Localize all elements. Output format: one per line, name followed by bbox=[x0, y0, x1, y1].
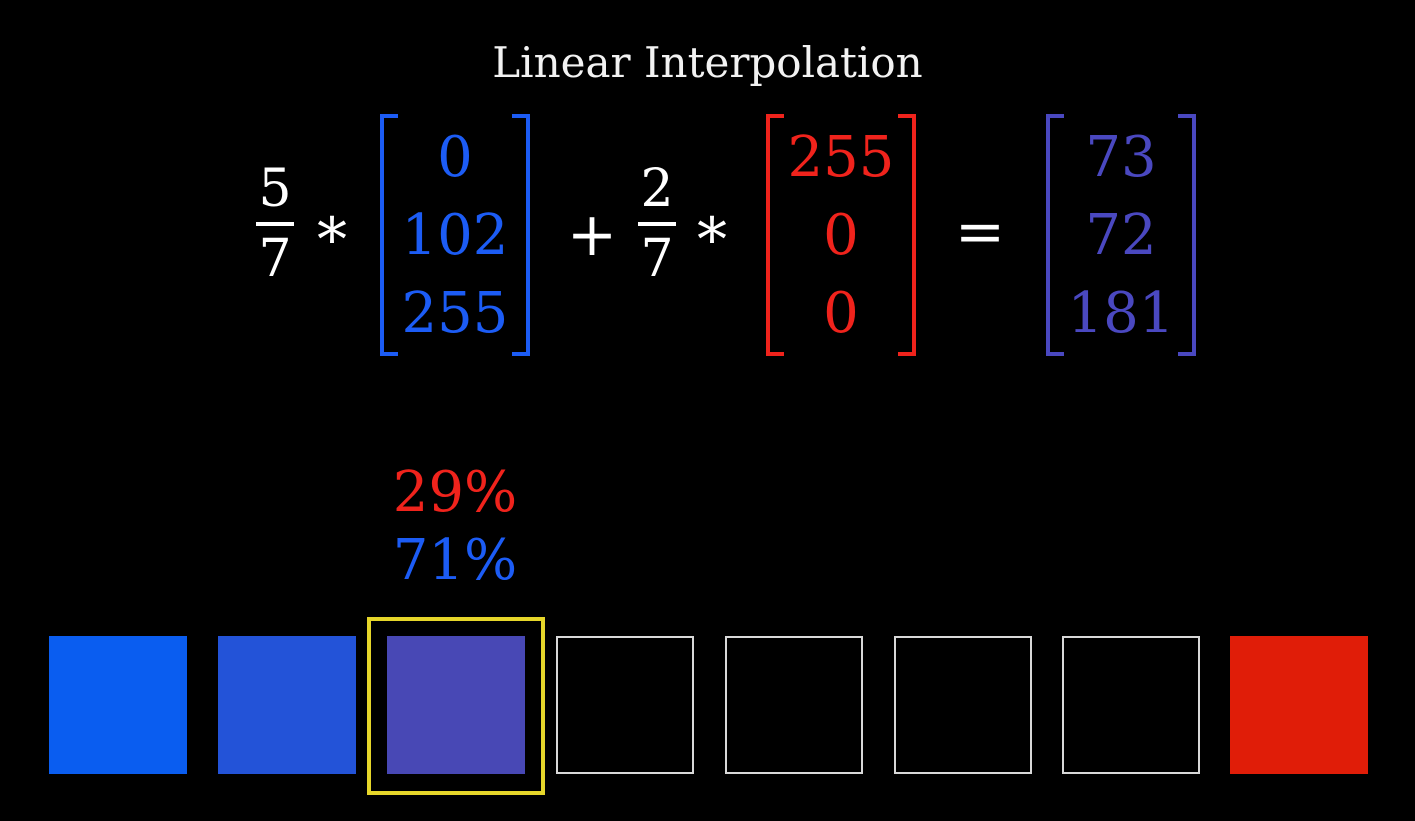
coefficient-numerator: 2 bbox=[640, 159, 674, 219]
plus-operator: + bbox=[566, 200, 618, 270]
vector-entry-r: 255 bbox=[787, 125, 895, 190]
swatch-red bbox=[1230, 636, 1368, 774]
swatch-interpolated-1 bbox=[218, 636, 356, 774]
swatch-empty-4 bbox=[725, 636, 863, 774]
swatch-empty-5 bbox=[894, 636, 1032, 774]
coefficient-5-7: 5 7 bbox=[250, 160, 300, 288]
coefficient-2-7: 2 7 bbox=[632, 160, 682, 288]
fraction-bar bbox=[256, 222, 294, 226]
fraction-bar bbox=[638, 222, 676, 226]
blue-percentage: 71% bbox=[392, 528, 518, 593]
right-bracket bbox=[1178, 114, 1196, 356]
vector-entry-r: 0 bbox=[437, 125, 473, 190]
vector-entry-g: 102 bbox=[401, 203, 509, 268]
red-percentage: 29% bbox=[392, 460, 518, 525]
coefficient-numerator: 5 bbox=[258, 159, 292, 219]
blue-vector: 0 102 255 bbox=[380, 114, 530, 356]
result-vector: 73 72 181 bbox=[1046, 114, 1196, 356]
vector-entry-r: 73 bbox=[1085, 125, 1157, 190]
swatch-blue bbox=[49, 636, 187, 774]
vector-entry-b: 0 bbox=[823, 281, 859, 346]
vector-entry-b: 255 bbox=[401, 281, 509, 346]
interpolation-equation: 5 7 * 0 102 255 + 2 7 * 255 0 0 = 73 72 … bbox=[250, 110, 1210, 360]
selected-swatch-highlight bbox=[367, 617, 545, 795]
right-bracket bbox=[512, 114, 530, 356]
diagram-title: Linear Interpolation bbox=[492, 38, 923, 87]
right-bracket bbox=[898, 114, 916, 356]
swatch-empty-3 bbox=[556, 636, 694, 774]
multiply-operator: * bbox=[317, 205, 347, 275]
vector-entry-b: 181 bbox=[1067, 281, 1175, 346]
coefficient-denominator: 7 bbox=[258, 229, 292, 289]
equals-operator: = bbox=[954, 197, 1006, 267]
vector-entry-g: 0 bbox=[823, 203, 859, 268]
red-vector: 255 0 0 bbox=[766, 114, 916, 356]
multiply-operator: * bbox=[697, 205, 727, 275]
vector-entry-g: 72 bbox=[1085, 203, 1157, 268]
coefficient-denominator: 7 bbox=[640, 229, 674, 289]
swatch-empty-6 bbox=[1062, 636, 1200, 774]
